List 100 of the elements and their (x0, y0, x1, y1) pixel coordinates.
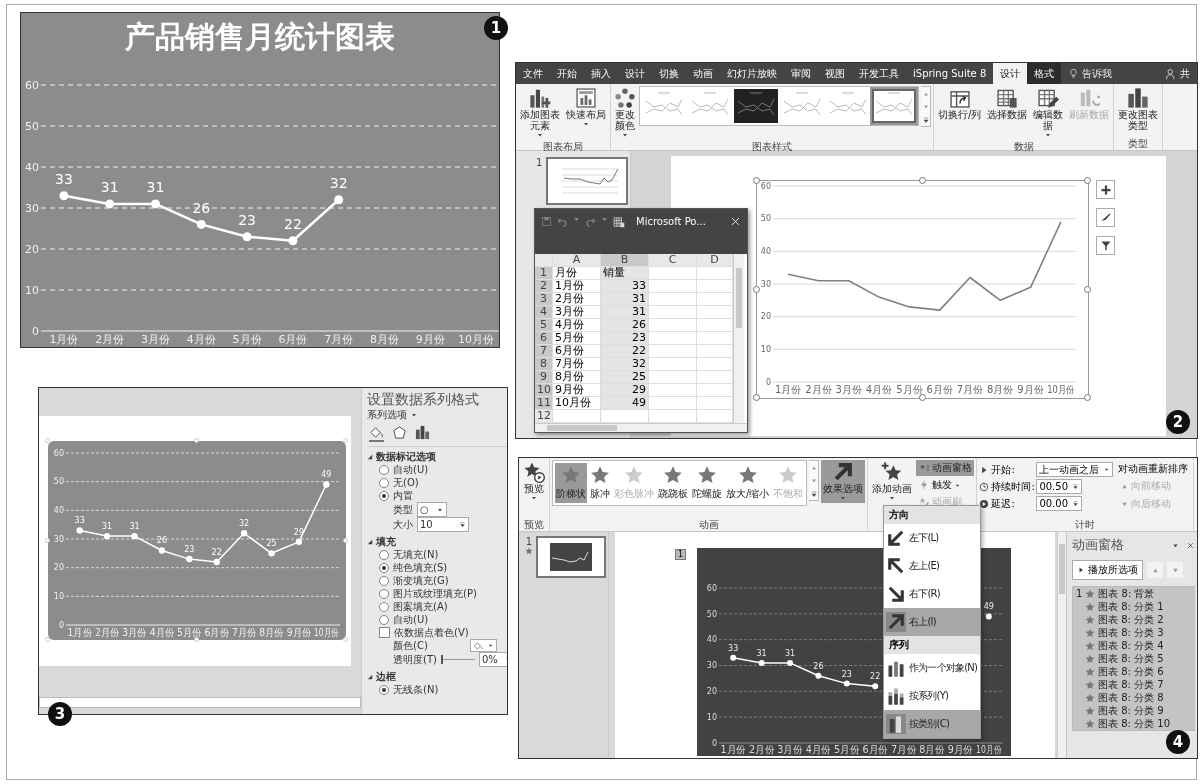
radio-button[interactable] (379, 575, 389, 586)
animation-list-item[interactable]: 图表 8: 分类 2 (1073, 613, 1194, 626)
resize-handle[interactable] (1084, 285, 1091, 293)
ribbon-tab[interactable]: 设计 (618, 63, 652, 84)
resize-handle[interactable] (753, 285, 760, 293)
expanded-triangle-icon[interactable] (367, 673, 373, 680)
redo-icon[interactable] (585, 216, 596, 227)
slider-thumb[interactable] (440, 655, 443, 664)
ribbon-tab[interactable]: 视图 (818, 63, 852, 84)
ribbon-tab[interactable]: iSpring Suite 8 (906, 63, 994, 84)
ribbon-tab[interactable]: 幻灯片放映 (720, 63, 784, 84)
move-down-button[interactable] (1167, 562, 1183, 578)
tell-me-search[interactable]: 告诉我 (1061, 63, 1120, 84)
ribbon-tab[interactable]: 动画 (686, 63, 720, 84)
menu-item[interactable]: 右下(R) (884, 580, 980, 608)
radio-button[interactable] (379, 684, 389, 695)
column-header[interactable]: C (649, 254, 697, 267)
ribbon-button[interactable]: 切换行/列 (936, 86, 984, 121)
ribbon-tab[interactable]: 格式 (1027, 63, 1062, 84)
animation-list-item[interactable]: 图表 8: 分类 9 (1073, 704, 1194, 717)
spin-field[interactable]: 10 (417, 517, 469, 532)
animation-effect[interactable]: 放大/缩小 (725, 463, 771, 503)
animation-list-item[interactable]: 图表 8: 分类 10 (1073, 717, 1194, 730)
resize-handle[interactable] (194, 438, 199, 443)
ribbon-button[interactable]: 快速布局 (564, 86, 608, 129)
column-header[interactable]: D (697, 254, 733, 267)
row-header[interactable]: 1 (535, 267, 553, 280)
animation-list-item[interactable]: 图表 8: 分类 3 (1073, 626, 1194, 639)
scrollbar[interactable] (535, 423, 747, 432)
slide-thumbnail[interactable] (546, 157, 629, 205)
ribbon-tab[interactable]: 切换 (652, 63, 686, 84)
menu-item[interactable]: 按系列(Y) (884, 682, 980, 710)
ribbon-tab[interactable]: 插入 (584, 63, 618, 84)
chart-selection-frame[interactable]: 0 10 20 30 40 50 60 1月份 2月份 3月份 4月份 5月份 6月份 7月份 8月份 9月份 10月份 (756, 180, 1089, 399)
resize-handle[interactable] (753, 394, 760, 401)
save-icon[interactable] (541, 216, 552, 227)
row-header[interactable]: 12 (535, 410, 553, 423)
animation-list-item[interactable]: 图表 8: 分类 8 (1073, 691, 1194, 704)
sheet-icon[interactable] (613, 216, 625, 228)
ribbon-button[interactable]: 编辑数据 (1031, 86, 1066, 140)
pentagon-icon[interactable] (392, 425, 407, 440)
radio-button[interactable] (379, 588, 389, 599)
slide-thumbnail[interactable] (536, 536, 606, 578)
play-selected-button[interactable]: 播放所选项 (1072, 560, 1143, 580)
dropdown-field[interactable]: 上一动画之后 (1036, 462, 1114, 477)
radio-button[interactable] (379, 562, 389, 573)
animation-list-item[interactable]: 图表 8: 分类 6 (1073, 665, 1194, 678)
resize-handle[interactable] (45, 637, 50, 642)
radio-button[interactable] (379, 477, 389, 488)
ribbon-tab[interactable]: 开发工具 (852, 63, 906, 84)
undo-icon[interactable] (557, 216, 568, 227)
row-header[interactable]: 7 (535, 345, 553, 358)
chart-elements-button[interactable] (1096, 180, 1115, 199)
animation-effect[interactable]: 跷跷板 (657, 463, 689, 503)
menu-item[interactable]: 按类别(C) (884, 710, 980, 738)
row-header[interactable]: 3 (535, 293, 553, 306)
resize-handle[interactable] (343, 537, 348, 543)
account-button[interactable]: 共 (1158, 63, 1197, 84)
resize-handle[interactable] (45, 537, 50, 543)
scrollbar[interactable] (733, 254, 744, 423)
paint-bucket-icon[interactable] (369, 425, 384, 442)
animation-list-item[interactable]: 图表 8: 分类 4 (1073, 639, 1194, 652)
ribbon-button[interactable]: 触发 (916, 477, 975, 493)
ribbon-tab[interactable]: 开始 (550, 63, 584, 84)
radio-button[interactable] (379, 464, 389, 475)
move-up-button[interactable] (1147, 562, 1163, 578)
animation-list-item[interactable]: 图表 8: 分类 7 (1073, 678, 1194, 691)
animation-list-item[interactable]: 图表 8: 分类 1 (1073, 600, 1194, 613)
menu-item[interactable]: 左上(E) (884, 552, 980, 580)
row-header[interactable]: 11 (535, 397, 553, 410)
ribbon-button[interactable]: 动画窗格 (916, 460, 975, 476)
dropdown-label[interactable]: 系列选项 (367, 408, 407, 421)
resize-handle[interactable] (343, 637, 348, 642)
radio-button[interactable] (379, 490, 389, 501)
resize-handle[interactable] (343, 438, 348, 443)
row-header[interactable]: 9 (535, 371, 553, 384)
animation-effect[interactable]: 脉冲 (589, 463, 611, 503)
resize-handle[interactable] (918, 177, 926, 184)
expanded-triangle-icon[interactable] (367, 538, 373, 545)
row-header[interactable]: 10 (535, 384, 553, 397)
effect-options-button[interactable]: 效果选项 (821, 460, 866, 503)
dropdown-field[interactable]: ○ (417, 502, 447, 517)
chart-style-thumbnail[interactable] (872, 89, 916, 123)
spin-field[interactable]: 00.00 (1036, 496, 1082, 511)
ribbon-tab[interactable]: 审阅 (784, 63, 818, 84)
resize-handle[interactable] (45, 438, 50, 443)
menu-item[interactable]: 右上(I) (884, 608, 980, 636)
radio-button[interactable] (379, 601, 389, 612)
animation-list-item[interactable]: 图表 8: 分类 5 (1073, 652, 1194, 665)
color-picker-button[interactable] (469, 639, 497, 652)
ribbon-tab[interactable]: 文件 (516, 63, 550, 84)
menu-item[interactable]: 作为一个对象(N) (884, 654, 980, 682)
column-header[interactable]: B (601, 254, 649, 267)
ribbon-button[interactable]: 添加图表元素 (518, 86, 562, 140)
preview-button[interactable]: 预览 (521, 460, 547, 503)
chart-style-thumbnail[interactable] (734, 89, 778, 123)
bar-chart-icon[interactable] (415, 425, 430, 440)
row-header[interactable]: 5 (535, 319, 553, 332)
resize-handle[interactable] (1084, 177, 1091, 184)
checkbox[interactable] (379, 627, 390, 638)
